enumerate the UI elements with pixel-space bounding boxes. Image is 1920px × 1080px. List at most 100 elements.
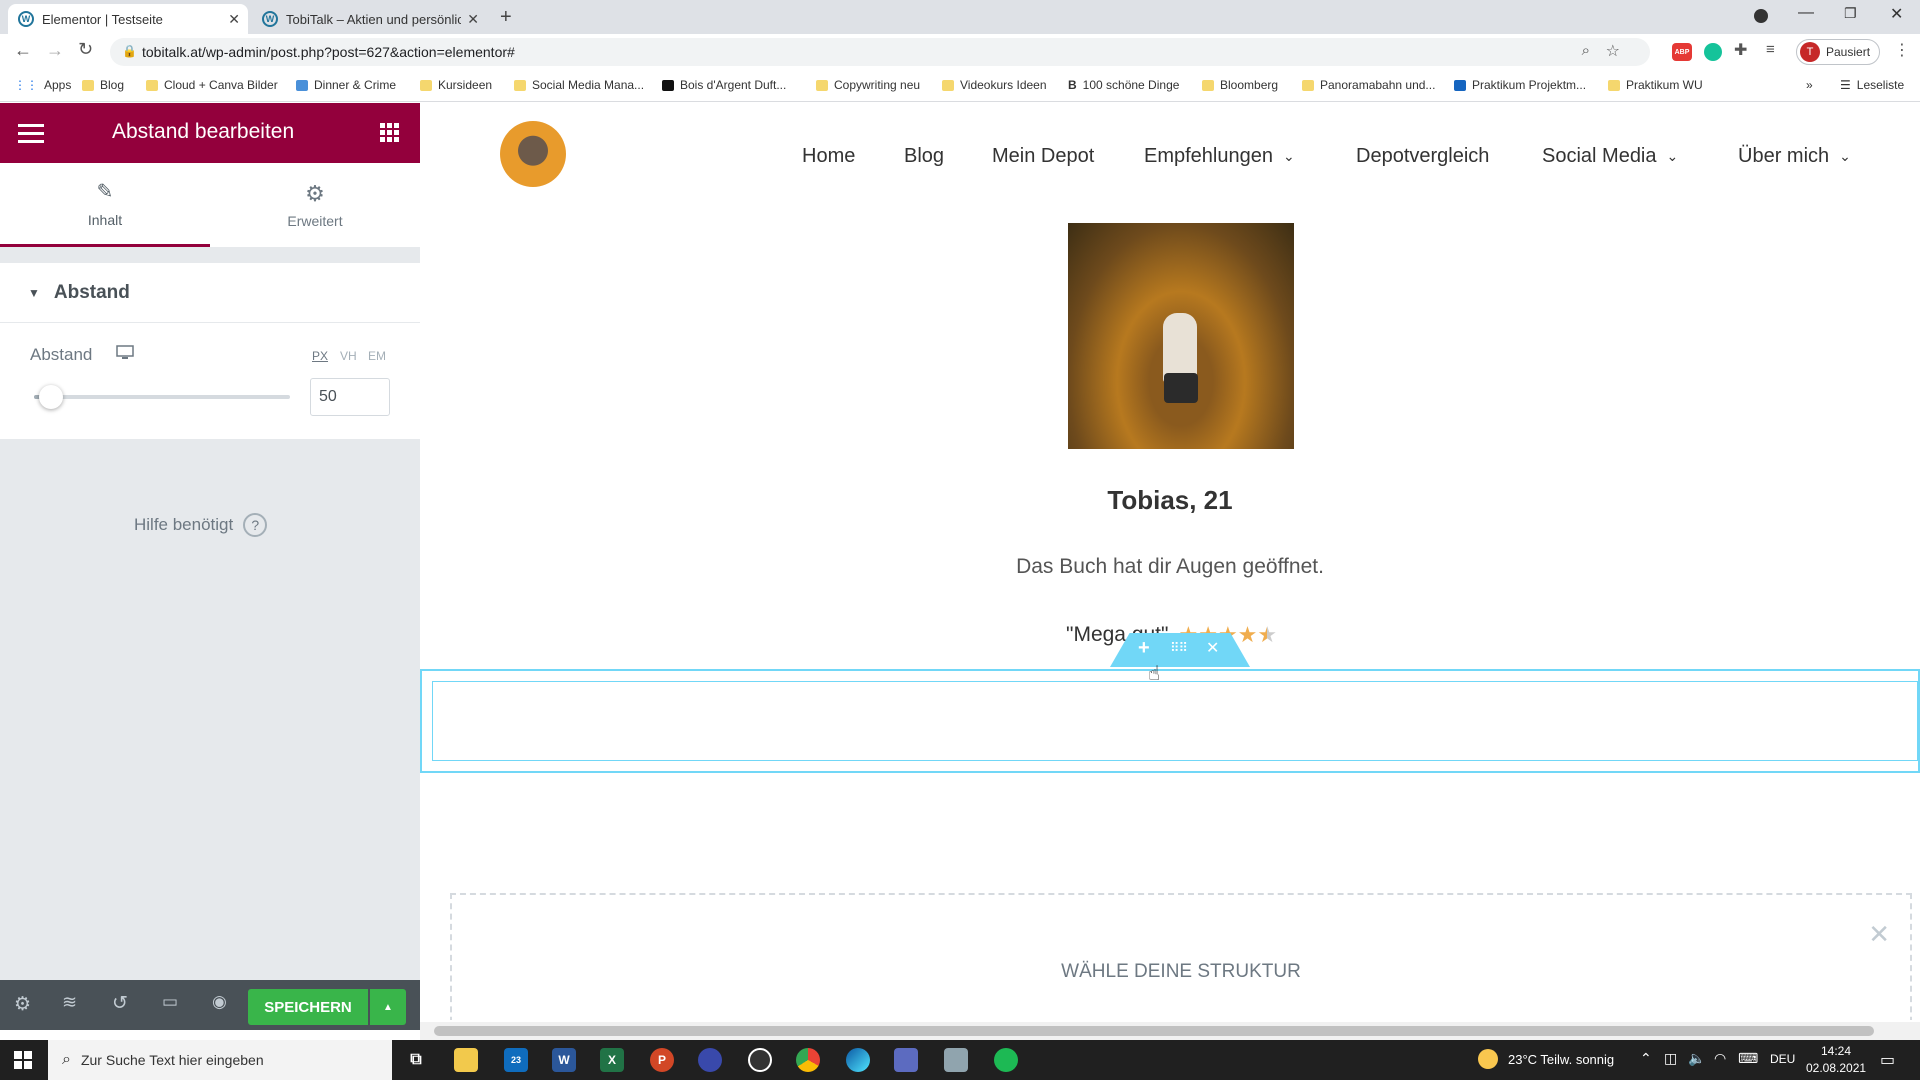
app-icon[interactable] — [698, 1048, 722, 1072]
bookmark-item[interactable]: Panoramabahn und... — [1302, 78, 1435, 92]
scrollbar-thumb[interactable] — [434, 1026, 1874, 1036]
weather-icon[interactable] — [1478, 1049, 1498, 1069]
tray-chevron-icon[interactable]: ⌃ — [1640, 1050, 1652, 1067]
reading-mode-icon[interactable]: ≡ — [1766, 41, 1775, 58]
slider-handle[interactable] — [38, 385, 63, 409]
adblock-icon[interactable]: ABP — [1672, 43, 1692, 61]
edge-icon[interactable] — [846, 1048, 870, 1072]
weather-text[interactable]: 23°C Teilw. sonnig — [1508, 1052, 1614, 1067]
back-icon[interactable]: ← — [14, 40, 32, 61]
structure-chooser[interactable]: ✕ WÄHLE DEINE STRUKTUR — [450, 893, 1912, 1020]
bookmark-item[interactable]: Social Media Mana... — [514, 78, 644, 92]
language-indicator[interactable]: DEU — [1770, 1052, 1795, 1066]
network-icon[interactable]: ◫ — [1664, 1050, 1677, 1067]
nav-mein-depot[interactable]: Mein Depot — [992, 145, 1094, 168]
preview-eye-icon[interactable]: ◉ — [212, 992, 227, 1012]
restore-icon[interactable]: ❐ — [1844, 5, 1857, 22]
responsive-mode-icon[interactable]: ▭ — [162, 992, 178, 1012]
help-link[interactable]: Hilfe benötigt ? — [134, 513, 268, 537]
close-tab-icon[interactable]: ✕ — [228, 11, 240, 28]
windows-start-icon[interactable] — [14, 1051, 32, 1072]
unit-px[interactable]: PX — [312, 349, 328, 363]
hamburger-menu-icon[interactable] — [18, 122, 44, 149]
wifi-icon[interactable]: ◠ — [1714, 1050, 1726, 1067]
bookmark-item[interactable]: Copywriting neu — [816, 78, 920, 92]
clock[interactable]: 14:24 02.08.2021 — [1806, 1043, 1866, 1077]
bookmark-item[interactable]: Bois d'Argent Duft... — [662, 78, 786, 92]
tab-erweitert[interactable]: ⚙ Erweitert — [210, 163, 420, 247]
bookmark-item[interactable]: Cloud + Canva Bilder — [146, 78, 278, 92]
horizontal-scrollbar[interactable] — [420, 1022, 1920, 1040]
drag-handle-icon[interactable]: ⠿⠿ — [1170, 640, 1188, 656]
app-icon[interactable] — [894, 1048, 918, 1072]
word-icon[interactable]: W — [552, 1048, 576, 1072]
obs-icon[interactable] — [748, 1048, 772, 1072]
reading-list[interactable]: ☰ Leseliste — [1840, 78, 1904, 92]
bookmark-star-icon[interactable]: ☆ — [1606, 41, 1620, 61]
site-logo-avatar[interactable] — [500, 121, 566, 187]
tab-inhalt[interactable]: ✎ Inhalt — [0, 163, 210, 247]
bookmark-item[interactable]: Kursideen — [420, 78, 492, 92]
tab-search-icon[interactable] — [1754, 9, 1768, 23]
bookmark-item[interactable]: B 100 schöne Dinge — [1068, 78, 1179, 92]
mail-icon[interactable]: 23 — [504, 1048, 528, 1072]
url-input[interactable]: 🔒 tobitalk.at/wp-admin/post.php?post=627… — [110, 38, 1650, 66]
bookmark-item[interactable]: Dinner & Crime — [296, 78, 396, 92]
forward-icon[interactable]: → — [46, 40, 64, 61]
history-icon[interactable]: ↺ — [112, 992, 128, 1015]
new-tab-icon[interactable]: + — [500, 6, 512, 29]
unit-vh[interactable]: VH — [340, 349, 357, 363]
nav-home[interactable]: Home — [802, 145, 855, 168]
nav-empfehlungen[interactable]: Empfehlungen ⌄ — [1144, 145, 1295, 168]
taskbar-search-input[interactable]: ⌕ Zur Suche Text hier eingeben — [48, 1040, 392, 1080]
excel-icon[interactable]: X — [600, 1048, 624, 1072]
spacer-widget[interactable] — [432, 681, 1918, 761]
more-bookmarks-icon[interactable]: » — [1806, 78, 1813, 92]
spotify-icon[interactable] — [994, 1048, 1018, 1072]
bookmark-item[interactable]: Praktikum WU — [1608, 78, 1703, 92]
powerpoint-icon[interactable]: P — [650, 1048, 674, 1072]
save-button[interactable]: SPEICHERN — [248, 989, 368, 1025]
file-explorer-icon[interactable] — [454, 1048, 478, 1072]
responsive-desktop-icon[interactable] — [116, 345, 134, 366]
delete-section-icon[interactable]: ✕ — [1206, 638, 1219, 658]
close-structure-icon[interactable]: ✕ — [1868, 919, 1890, 950]
volume-icon[interactable]: 🔈 — [1688, 1050, 1705, 1067]
notifications-icon[interactable]: ▭ — [1880, 1050, 1895, 1070]
close-tab-icon[interactable]: ✕ — [467, 11, 479, 28]
close-window-icon[interactable]: ✕ — [1890, 4, 1903, 24]
unit-em[interactable]: EM — [368, 349, 386, 363]
menu-icon[interactable]: ⋮ — [1894, 40, 1910, 60]
nav-depotvergleich[interactable]: Depotvergleich — [1356, 145, 1489, 168]
browser-tab-elementor[interactable]: W Elementor | Testseite ✕ — [8, 4, 248, 34]
nav-blog[interactable]: Blog — [904, 145, 944, 168]
minimize-icon[interactable]: — — [1798, 4, 1814, 22]
reload-icon[interactable]: ↻ — [78, 39, 93, 60]
bookmark-item[interactable]: Blog — [82, 78, 124, 92]
profile-button[interactable]: T Pausiert — [1796, 39, 1880, 65]
extensions-icon[interactable]: ✚ — [1734, 40, 1747, 60]
settings-gear-icon[interactable]: ⚙ — [14, 993, 31, 1016]
grammarly-icon[interactable] — [1704, 43, 1722, 61]
add-element-icon[interactable]: + — [1138, 637, 1150, 660]
spacer-value-input[interactable] — [310, 378, 390, 416]
chrome-icon[interactable] — [796, 1048, 820, 1072]
navigator-layers-icon[interactable]: ≋ — [62, 992, 77, 1013]
keyboard-icon[interactable]: ⌨ — [1738, 1050, 1758, 1067]
widgets-grid-icon[interactable] — [380, 123, 400, 148]
bookmark-item[interactable]: Praktikum Projektm... — [1454, 78, 1586, 92]
bookmark-item[interactable]: Videokurs Ideen — [942, 78, 1047, 92]
testimonial-photo[interactable] — [1068, 223, 1294, 449]
section-toggle-abstand[interactable]: ▼ Abstand — [0, 263, 420, 323]
bookmark-item[interactable]: Bloomberg — [1202, 78, 1278, 92]
nav-social-media[interactable]: Social Media ⌄ — [1542, 145, 1678, 168]
save-options-button[interactable]: ▲ — [370, 989, 406, 1025]
notepad-icon[interactable] — [944, 1048, 968, 1072]
browser-tab-tobitalk[interactable]: W TobiTalk – Aktien und persönliche ✕ — [252, 4, 487, 34]
task-view-icon[interactable]: ⧉ — [404, 1048, 428, 1072]
slider-track[interactable] — [34, 395, 290, 399]
nav-ueber-mich[interactable]: Über mich ⌄ — [1738, 145, 1851, 168]
bookmark-apps[interactable]: ⋮⋮ Apps — [14, 78, 71, 92]
zoom-icon[interactable]: ⌕ — [1582, 42, 1590, 59]
spacer-section-outline[interactable] — [420, 669, 1920, 773]
